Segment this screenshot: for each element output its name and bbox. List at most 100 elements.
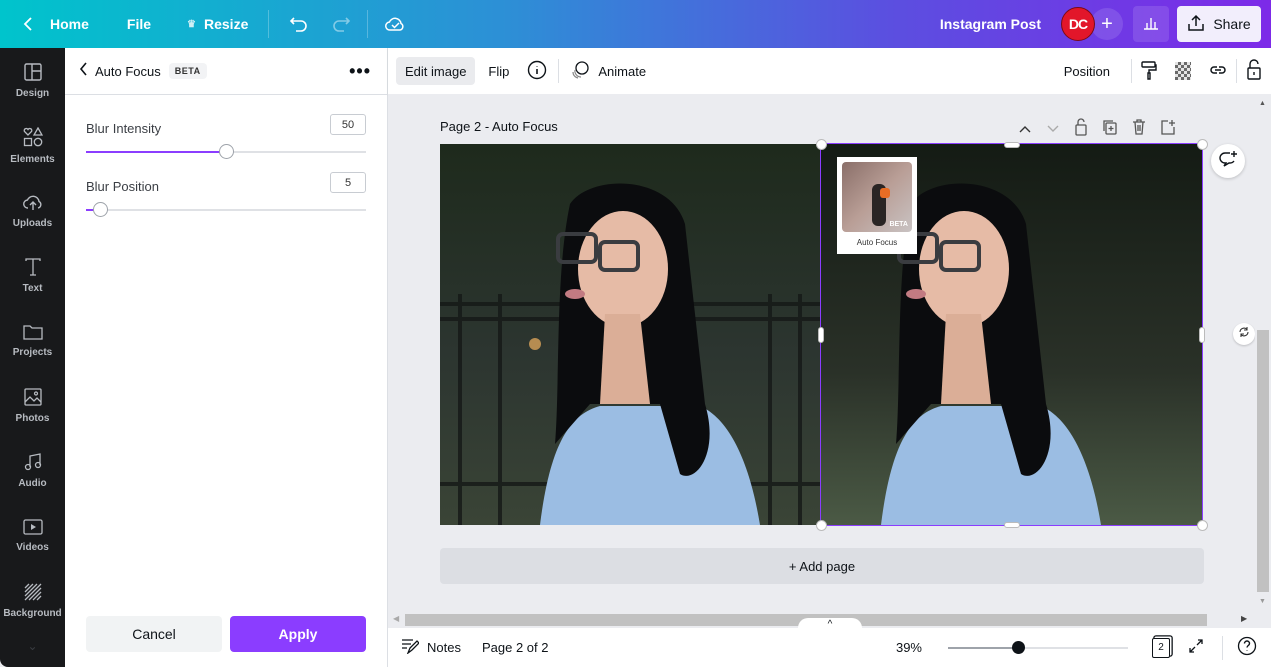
lock-page-icon[interactable]	[1074, 118, 1088, 141]
delete-page-icon[interactable]	[1132, 119, 1146, 140]
blur-position-control: Blur Position 5	[86, 172, 366, 217]
page-count: 2	[1158, 642, 1164, 653]
duplicate-page-icon[interactable]	[1102, 119, 1118, 140]
cloud-check-icon	[384, 15, 406, 33]
back-button[interactable]	[79, 61, 89, 81]
resize-handle-top-left[interactable]	[816, 139, 827, 150]
rail-item-audio[interactable]: Audio	[0, 438, 65, 503]
flip-button[interactable]: Flip	[479, 57, 518, 85]
home-label: Home	[50, 16, 89, 32]
left-rail: Design Elements Uploads Text Projects Photos A…	[0, 48, 65, 667]
zoom-slider[interactable]	[948, 640, 1128, 654]
share-label: Share	[1213, 16, 1251, 32]
resize-handle-top-right[interactable]	[1197, 139, 1208, 150]
cancel-button[interactable]: Cancel	[86, 616, 222, 652]
resize-handle-bottom-right[interactable]	[1197, 520, 1208, 531]
cloud-save-button[interactable]	[376, 6, 414, 42]
info-button[interactable]	[518, 57, 556, 85]
blur-intensity-input[interactable]: 50	[330, 114, 366, 135]
app-thumbnail: BETA	[842, 162, 912, 232]
rail-item-text[interactable]: Text	[0, 243, 65, 308]
resize-handle-bottom[interactable]	[1004, 522, 1020, 528]
add-page-icon[interactable]	[1160, 119, 1176, 140]
notes-icon	[401, 638, 420, 657]
page-grid-button[interactable]: 2	[1152, 637, 1170, 658]
file-menu[interactable]: File	[119, 6, 159, 42]
home-button[interactable]: Home	[14, 6, 97, 42]
page-actions	[1018, 118, 1176, 141]
page-title[interactable]: Page 2 - Auto Focus	[440, 119, 558, 134]
canvas-area: Page 2 - Auto Focus BETA Auto Focus + Ad…	[388, 94, 1255, 612]
rail-item-background[interactable]: Background	[0, 568, 65, 633]
lock-button[interactable]	[1237, 57, 1271, 85]
rail-item-photos[interactable]: Photos	[0, 373, 65, 438]
auto-focus-app-card[interactable]: BETA Auto Focus	[837, 157, 917, 254]
scroll-down-arrow[interactable]: ▼	[1259, 598, 1266, 605]
move-page-down-icon[interactable]	[1046, 121, 1060, 139]
slider-thumb[interactable]	[219, 144, 234, 159]
layout-icon	[23, 62, 42, 84]
fullscreen-button[interactable]	[1188, 638, 1204, 657]
page-indicator[interactable]: Page 2 of 2	[482, 640, 549, 655]
add-comment-button[interactable]	[1211, 144, 1245, 178]
scroll-right-arrow[interactable]: ▶	[1241, 614, 1247, 623]
more-options-button[interactable]: •••	[349, 61, 371, 82]
transparency-button[interactable]	[1166, 57, 1200, 85]
link-button[interactable]	[1200, 57, 1236, 85]
share-button[interactable]: Share	[1177, 6, 1261, 42]
rail-item-projects[interactable]: Projects	[0, 308, 65, 373]
apply-button[interactable]: Apply	[230, 616, 366, 652]
animate-button[interactable]: Animate	[561, 57, 655, 85]
paint-roller-icon	[1141, 60, 1157, 83]
undo-button[interactable]	[281, 6, 317, 42]
rotate-button[interactable]	[1233, 323, 1255, 345]
scroll-left-arrow[interactable]: ◀	[393, 614, 399, 623]
avatar-initials: DC	[1068, 16, 1088, 32]
rail-item-design[interactable]: Design	[0, 48, 65, 113]
panel-title: Auto Focus	[95, 63, 161, 79]
avatar[interactable]: DC	[1061, 7, 1095, 41]
link-icon	[1209, 61, 1227, 82]
vertical-scrollbar[interactable]: ▲ ▼	[1255, 94, 1271, 612]
rail-item-uploads[interactable]: Uploads	[0, 178, 65, 243]
blur-intensity-slider[interactable]	[86, 144, 366, 159]
zoom-slider-thumb[interactable]	[1012, 640, 1026, 654]
help-button[interactable]	[1237, 636, 1257, 659]
animate-icon	[570, 60, 590, 83]
blur-position-label: Blur Position	[86, 179, 159, 194]
design-image-auto-focus[interactable]: BETA Auto Focus	[820, 143, 1203, 526]
add-page-button[interactable]: + Add page	[440, 548, 1204, 584]
insights-button[interactable]	[1133, 6, 1169, 42]
app-card-label: Auto Focus	[856, 238, 898, 247]
design-title[interactable]: Instagram Post	[932, 6, 1049, 42]
slider-thumb[interactable]	[93, 202, 108, 217]
scrollbar-thumb[interactable]	[1257, 330, 1269, 592]
edit-image-button[interactable]: Edit image	[396, 57, 476, 85]
rail-item-label: Text	[22, 282, 43, 294]
resize-handle-top[interactable]	[1004, 142, 1020, 148]
position-button[interactable]: Position	[1055, 57, 1119, 85]
notes-button[interactable]: Notes	[401, 638, 461, 657]
resize-handle-bottom-left[interactable]	[816, 520, 827, 531]
move-page-up-icon[interactable]	[1018, 121, 1032, 139]
rail-item-videos[interactable]: Videos	[0, 503, 65, 568]
resize-handle-right[interactable]	[1199, 327, 1205, 343]
blur-position-slider[interactable]	[86, 202, 366, 217]
blur-position-input[interactable]: 5	[330, 172, 366, 193]
zoom-level[interactable]: 39%	[896, 640, 922, 655]
redo-icon	[331, 15, 351, 33]
design-image-original[interactable]	[440, 144, 821, 525]
rail-item-elements[interactable]: Elements	[0, 113, 65, 178]
cloud-upload-icon	[22, 193, 44, 214]
rail-more-icon[interactable]: ⌄	[0, 639, 65, 653]
resize-handle-left[interactable]	[818, 327, 824, 343]
redo-button[interactable]	[323, 6, 359, 42]
shapes-icon	[23, 126, 43, 150]
add-collaborator-button[interactable]: +	[1091, 8, 1123, 40]
scroll-up-arrow[interactable]: ▲	[1259, 100, 1266, 107]
resize-button[interactable]: ♛ Resize	[179, 6, 256, 42]
rail-item-label: Background	[3, 607, 62, 619]
copy-style-button[interactable]	[1132, 57, 1166, 85]
rotate-icon	[1238, 325, 1250, 343]
bottom-bar: Notes Page 2 of 2 39% 2	[388, 628, 1271, 667]
